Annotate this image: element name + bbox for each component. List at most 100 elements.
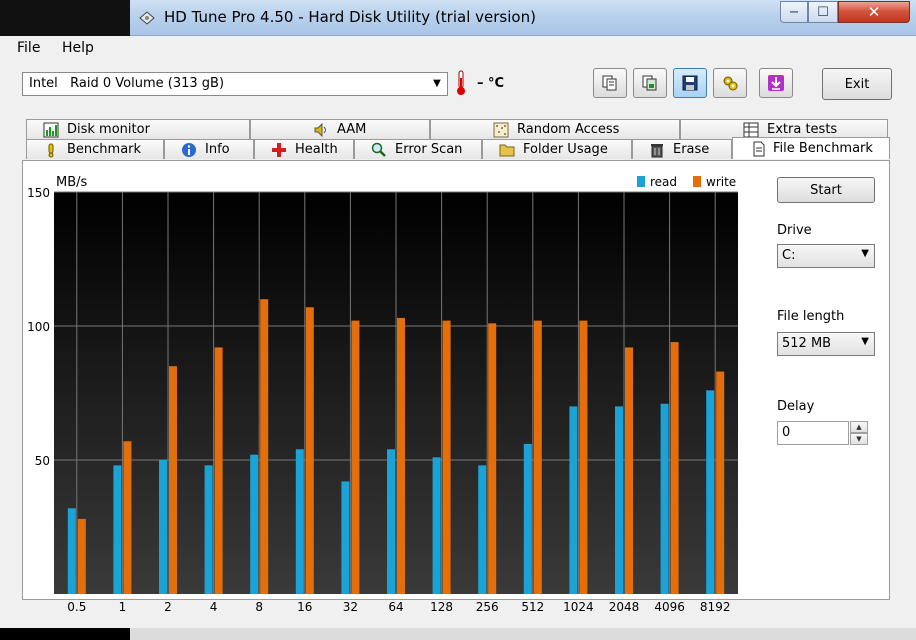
tab-label: File Benchmark	[773, 141, 873, 156]
tab-label: Benchmark	[67, 142, 142, 157]
x-tick-label: 16	[297, 600, 312, 613]
write-bar	[214, 347, 223, 594]
write-bar	[77, 518, 86, 594]
read-bar	[250, 454, 259, 594]
toolbar: Intel Raid 0 Volume (313 gB) ▼ – °C Exit	[0, 60, 916, 110]
title-bar[interactable]: HD Tune Pro 4.50 - Hard Disk Utility (tr…	[130, 0, 916, 36]
tab-benchmark[interactable]: Benchmark	[26, 139, 164, 159]
benchmark-icon	[48, 143, 54, 157]
tab-file-benchmark[interactable]: File Benchmark	[732, 137, 890, 159]
tab-label: Extra tests	[767, 122, 838, 137]
copy-text-button[interactable]	[593, 68, 627, 98]
magnifier-icon	[371, 142, 386, 157]
drive-select-value: Intel Raid 0 Volume (313 gB)	[29, 76, 225, 91]
tab-label: Erase	[673, 142, 710, 157]
tab-label: AAM	[337, 122, 367, 137]
tab-strip: Disk monitor AAM Random Access Extra tes…	[0, 118, 916, 160]
tab-label: Error Scan	[395, 142, 463, 157]
x-tick-label: 0.5	[67, 600, 86, 613]
write-bar	[397, 317, 405, 594]
chart-legend: read write	[637, 175, 736, 189]
benchmark-controls: Start Drive C: ▼ File length 512 MB ▼ De…	[777, 161, 887, 601]
write-bar	[442, 320, 451, 594]
write-bar	[260, 299, 269, 594]
write-bar	[716, 371, 725, 594]
legend-label-write: write	[706, 175, 736, 189]
read-bar	[387, 449, 395, 594]
options-button[interactable]	[713, 68, 747, 98]
app-disk-icon	[139, 11, 155, 25]
drive-dropdown[interactable]: C: ▼	[777, 244, 875, 268]
chevron-down-icon: ▼	[861, 336, 869, 347]
x-tick-label: 64	[388, 600, 403, 613]
trash-icon	[651, 143, 663, 157]
spin-up-icon[interactable]: ▲	[850, 421, 868, 433]
tab-info[interactable]: Info	[164, 139, 254, 159]
x-tick-label: 4096	[654, 600, 685, 613]
y-axis-label: MB/s	[56, 175, 88, 190]
write-bar	[625, 347, 633, 594]
x-tick-label: 8192	[700, 600, 731, 613]
download-button[interactable]	[759, 68, 793, 98]
drive-label: Drive	[777, 223, 812, 238]
tab-label: Disk monitor	[67, 122, 150, 137]
start-button[interactable]: Start	[777, 177, 875, 203]
save-button[interactable]	[673, 68, 707, 98]
chevron-down-icon: ▼	[861, 248, 869, 259]
file-benchmark-icon	[753, 141, 765, 156]
chevron-down-icon: ▼	[433, 78, 441, 89]
exit-button[interactable]: Exit	[822, 68, 892, 100]
drive-dropdown-value: C:	[782, 248, 796, 263]
random-access-icon	[493, 122, 509, 137]
extra-tests-icon	[743, 122, 759, 137]
legend-label-read: read	[650, 175, 677, 189]
y-tick-label: 50	[35, 454, 50, 468]
tab-random-access[interactable]: Random Access	[430, 119, 680, 139]
tab-health[interactable]: Health	[254, 139, 354, 159]
tab-aam[interactable]: AAM	[250, 119, 430, 139]
tab-label: Random Access	[517, 122, 620, 137]
save-icon	[682, 75, 698, 91]
file-length-dropdown[interactable]: 512 MB ▼	[777, 332, 875, 356]
window-bottom-edge	[130, 628, 916, 640]
minimize-button[interactable]: −	[780, 1, 808, 23]
write-bar	[488, 323, 497, 594]
x-tick-label: 4	[210, 600, 218, 613]
maximize-button[interactable]: ☐	[808, 1, 838, 23]
tab-disk-monitor[interactable]: Disk monitor	[26, 119, 250, 139]
write-bar	[533, 320, 542, 594]
legend-swatch-read	[637, 176, 645, 187]
menu-help[interactable]: Help	[62, 40, 94, 56]
thermometer-icon	[457, 70, 465, 95]
y-tick-label: 150	[27, 186, 50, 200]
x-tick-label: 2048	[609, 600, 640, 613]
close-button[interactable]: ✕	[838, 1, 910, 23]
x-tick-label: 32	[343, 600, 358, 613]
write-bar	[305, 307, 314, 594]
drive-select[interactable]: Intel Raid 0 Volume (313 gB) ▼	[22, 72, 448, 96]
copy-text-icon	[602, 75, 617, 91]
write-bar	[123, 441, 132, 594]
x-tick-label: 256	[476, 600, 499, 613]
delay-label: Delay	[777, 399, 815, 414]
read-bar	[706, 390, 715, 594]
read-bar	[113, 465, 122, 594]
spin-down-icon[interactable]: ▼	[850, 433, 868, 445]
tab-extra-tests[interactable]: Extra tests	[680, 119, 888, 139]
delay-input[interactable]: 0	[777, 421, 849, 445]
x-tick-label: 8	[255, 600, 263, 613]
write-bar	[670, 342, 679, 594]
read-bar	[569, 406, 578, 594]
legend-swatch-write	[693, 176, 701, 187]
tab-error-scan[interactable]: Error Scan	[354, 139, 482, 159]
tab-erase[interactable]: Erase	[632, 139, 732, 159]
read-bar	[523, 443, 532, 594]
copy-screenshot-button[interactable]	[633, 68, 667, 98]
tab-folder-usage[interactable]: Folder Usage	[482, 139, 632, 159]
speaker-icon	[314, 122, 326, 137]
y-tick-label: 100	[27, 320, 50, 334]
menu-file[interactable]: File	[17, 40, 40, 56]
download-icon	[768, 75, 784, 91]
read-bar	[295, 449, 304, 594]
write-bar	[169, 366, 177, 594]
